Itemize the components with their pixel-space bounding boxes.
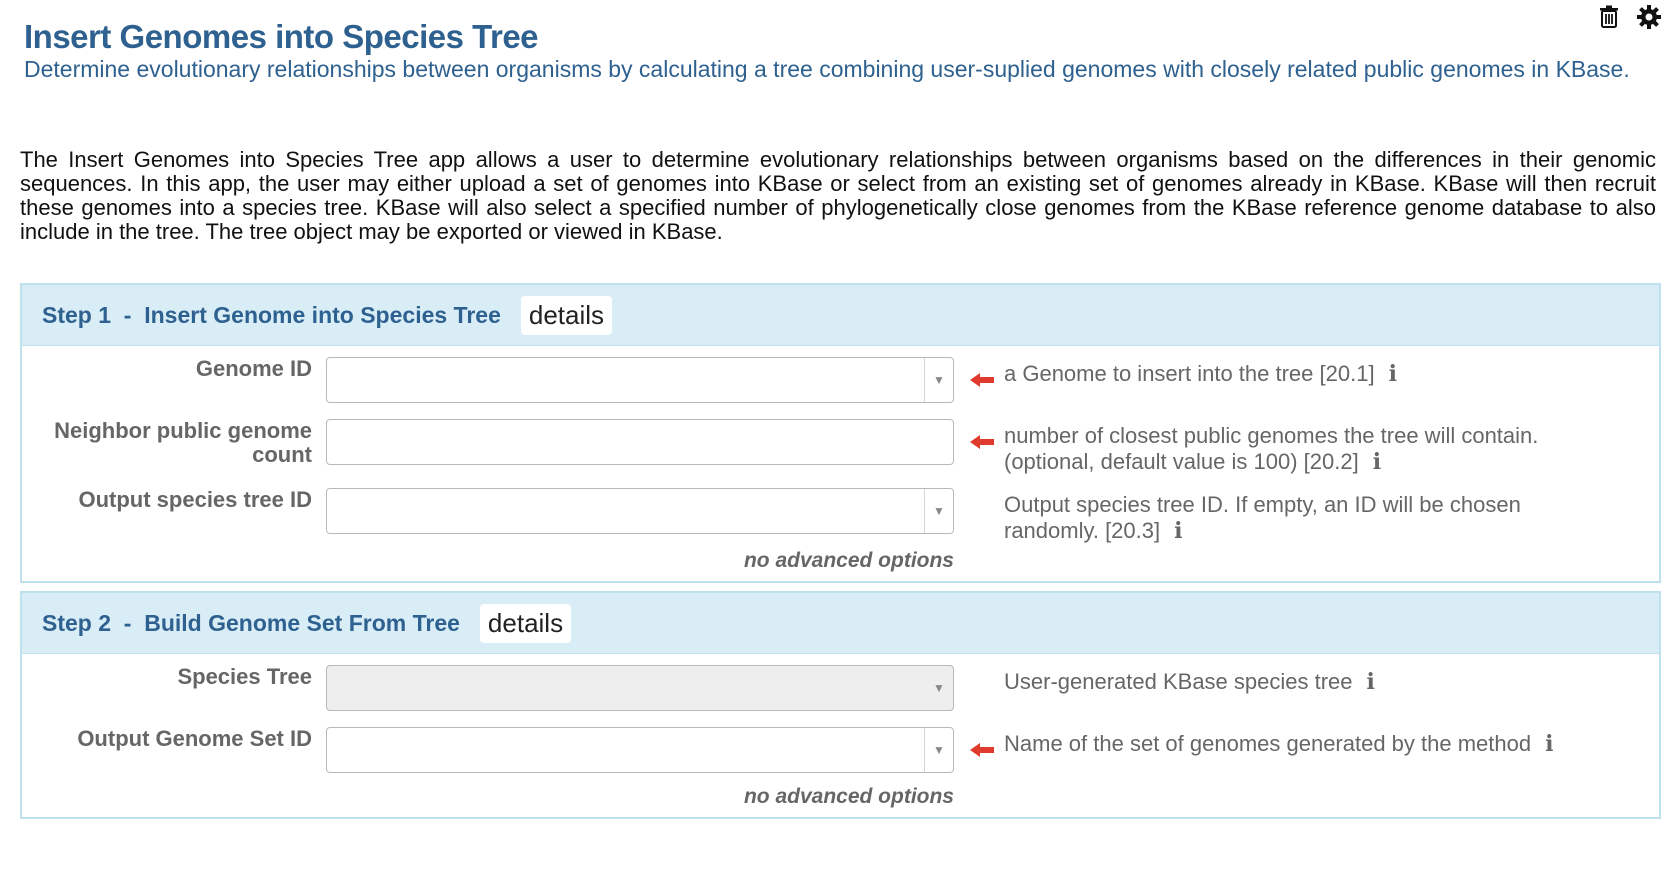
output-genome-set-select[interactable]: ▼ — [326, 727, 954, 773]
output-tree-id-select[interactable]: ▼ — [326, 488, 954, 534]
step-2-details-button[interactable]: details — [479, 603, 572, 643]
step-1-panel: Step 1 - Insert Genome into Species Tree… — [20, 283, 1661, 583]
species-tree-hint: User-generated KBase species tree i — [1004, 669, 1375, 695]
chevron-down-icon[interactable]: ▼ — [924, 358, 953, 402]
info-icon[interactable]: i — [1174, 518, 1182, 544]
species-tree-label: Species Tree — [177, 664, 312, 689]
genome-id-label: Genome ID — [195, 356, 312, 381]
output-genome-set-label: Output Genome Set ID — [77, 726, 312, 751]
step-1-title: Step 1 - Insert Genome into Species Tree — [42, 301, 501, 328]
required-arrow-icon — [970, 435, 994, 449]
chevron-down-icon[interactable]: ▼ — [924, 489, 953, 533]
step-2-panel: Step 2 - Build Genome Set From Tree deta… — [20, 591, 1661, 819]
step-2-header: Step 2 - Build Genome Set From Tree deta… — [22, 593, 1659, 654]
output-genome-set-hint: Name of the set of genomes generated by … — [1004, 731, 1554, 757]
info-icon[interactable]: i — [1389, 361, 1397, 387]
chevron-down-icon[interactable]: ▼ — [924, 728, 953, 772]
info-icon[interactable]: i — [1373, 449, 1381, 475]
app-title: Insert Genomes into Species Tree — [24, 18, 539, 55]
genome-id-hint: a Genome to insert into the tree [20.1] i — [1004, 361, 1397, 387]
neighbor-count-label: Neighbor public genome count — [54, 418, 312, 467]
output-tree-id-label: Output species tree ID — [78, 487, 312, 512]
step-1-header: Step 1 - Insert Genome into Species Tree… — [22, 285, 1659, 346]
required-arrow-icon — [970, 743, 994, 757]
no-advanced-options: no advanced options — [743, 785, 954, 808]
info-icon[interactable]: i — [1545, 731, 1553, 757]
neighbor-count-input[interactable] — [326, 419, 954, 465]
genome-id-select[interactable]: ▼ — [326, 357, 954, 403]
app-description: The Insert Genomes into Species Tree app… — [20, 147, 1656, 244]
step-1-details-button[interactable]: details — [520, 295, 613, 335]
species-tree-select[interactable]: ▼ — [326, 665, 954, 711]
output-tree-id-hint: Output species tree ID. If empty, an ID … — [1004, 492, 1521, 544]
required-arrow-icon — [970, 373, 994, 387]
no-advanced-options: no advanced options — [743, 549, 954, 572]
step-2-title: Step 2 - Build Genome Set From Tree — [42, 609, 460, 636]
app-header: Insert Genomes into Species Tree Determi… — [24, 18, 1644, 82]
app-subtitle: Determine evolutionary relationships bet… — [24, 56, 1630, 82]
chevron-down-icon[interactable]: ▼ — [925, 666, 953, 710]
info-icon[interactable]: i — [1367, 669, 1375, 695]
neighbor-count-hint: number of closest public genomes the tre… — [1004, 423, 1539, 475]
